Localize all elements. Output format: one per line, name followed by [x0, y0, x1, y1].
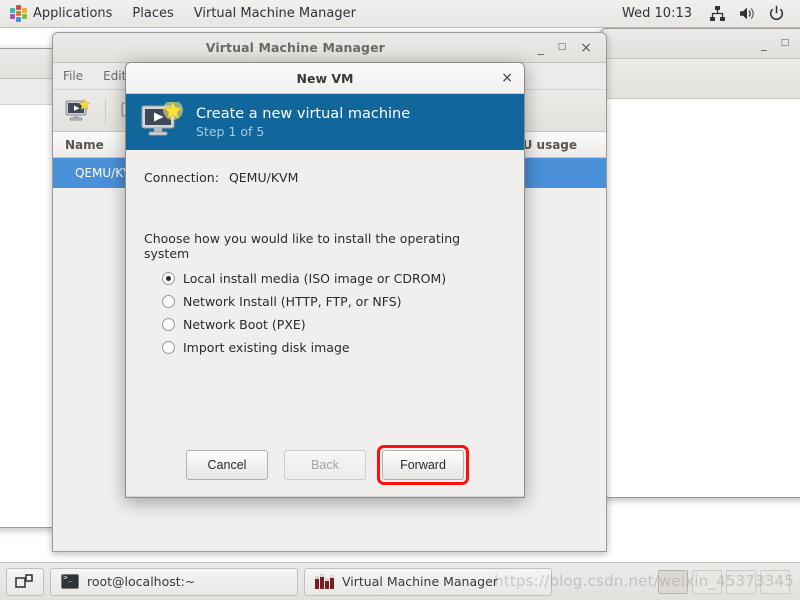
radio-label: Network Install (HTTP, FTP, or NFS)	[183, 294, 402, 309]
radio-label: Network Boot (PXE)	[183, 317, 306, 332]
background-window-toolbar[interactable]	[601, 59, 800, 99]
radio-network-install[interactable]: Network Install (HTTP, FTP, or NFS)	[162, 294, 506, 309]
volume-icon[interactable]	[733, 5, 761, 22]
workspace-switcher[interactable]	[658, 569, 794, 594]
close-icon[interactable]: ×	[580, 41, 592, 55]
background-window-body	[601, 99, 800, 497]
active-application-menu[interactable]: Virtual Machine Manager	[184, 0, 366, 28]
background-window-controls[interactable]: _ □ ×	[761, 37, 800, 51]
background-window-right[interactable]: _ □ ×	[600, 28, 800, 498]
new-vm-content: Connection: QEMU/KVM Choose how you woul…	[126, 150, 524, 439]
vmm-toolbar-separator	[105, 98, 106, 123]
show-desktop-icon[interactable]	[6, 567, 44, 596]
connection-row: Connection: QEMU/KVM	[144, 170, 506, 185]
radio-local-install-media[interactable]: Local install media (ISO image or CDROM)	[162, 271, 506, 286]
gnome-top-bar[interactable]: Applications Places Virtual Machine Mana…	[0, 0, 800, 28]
maximize-icon[interactable]: □	[558, 43, 567, 52]
cancel-button-wrap: Cancel	[186, 450, 268, 480]
maximize-icon[interactable]: □	[781, 39, 790, 48]
vmm-titlebar[interactable]: Virtual Machine Manager _ □ ×	[53, 33, 606, 63]
active-application-label: Virtual Machine Manager	[193, 6, 356, 21]
applications-menu-label: Applications	[33, 6, 113, 21]
cancel-button[interactable]: Cancel	[186, 450, 268, 480]
radio-network-boot-pxe[interactable]: Network Boot (PXE)	[162, 317, 506, 332]
back-button-wrap: Back	[284, 450, 366, 480]
forward-button-highlight: Forward	[377, 445, 469, 485]
radio-button-icon[interactable]	[162, 295, 175, 308]
radio-button-icon[interactable]	[162, 341, 175, 354]
background-window-titlebar[interactable]: _ □ ×	[601, 29, 800, 59]
forward-button[interactable]: Forward	[382, 450, 464, 480]
desktop: File Edit [root [root _ □ × Virtual Mach…	[0, 0, 800, 600]
taskbar[interactable]: root@localhost:~ Virtual Machine Manager	[0, 562, 800, 600]
workspace-2[interactable]	[692, 569, 722, 594]
terminal-icon	[61, 573, 79, 589]
radio-import-existing-disk-image[interactable]: Import existing disk image	[162, 340, 506, 355]
workspace-4[interactable]	[760, 569, 790, 594]
fedora-activities-icon	[10, 5, 27, 22]
new-vm-titlebar[interactable]: New VM ×	[126, 63, 524, 94]
new-vm-display-icon	[140, 102, 184, 142]
vmm-window-controls[interactable]: _ □ ×	[538, 41, 606, 55]
vmm-menu-edit[interactable]: Edit	[103, 69, 126, 83]
workspace-3[interactable]	[726, 569, 756, 594]
action-bar-divider	[126, 496, 524, 497]
install-method-prompt: Choose how you would like to install the…	[144, 231, 461, 261]
network-icon[interactable]	[704, 5, 731, 22]
new-vm-toolbar-icon[interactable]	[65, 98, 91, 123]
clock[interactable]: Wed 10:13	[612, 6, 702, 21]
connection-label: Connection:	[144, 170, 219, 185]
vmm-icon	[315, 574, 334, 589]
top-bar-status-area[interactable]: Wed 10:13	[612, 5, 800, 22]
radio-label: Local install media (ISO image or CDROM)	[183, 271, 447, 286]
workspace-1[interactable]	[658, 569, 688, 594]
minimize-icon[interactable]: _	[538, 42, 544, 54]
new-vm-banner: Create a new virtual machine Step 1 of 5	[126, 94, 524, 150]
new-vm-action-bar: Cancel Back Forward	[126, 439, 524, 497]
applications-menu[interactable]: Applications	[0, 0, 122, 28]
taskbar-window-label: root@localhost:~	[87, 574, 196, 589]
new-vm-step-label: Step 1 of 5	[196, 123, 265, 139]
back-button[interactable]: Back	[284, 450, 366, 480]
power-icon[interactable]	[763, 5, 790, 22]
install-method-radio-group[interactable]: Local install media (ISO image or CDROM)…	[144, 271, 506, 355]
new-vm-heading: Create a new virtual machine	[196, 105, 411, 122]
taskbar-window-vmm[interactable]: Virtual Machine Manager	[304, 567, 552, 596]
minimize-icon[interactable]: _	[761, 38, 767, 50]
connection-value: QEMU/KVM	[228, 170, 299, 185]
radio-label: Import existing disk image	[183, 340, 350, 355]
new-vm-dialog[interactable]: New VM × Create a new virtual machine St…	[125, 62, 525, 498]
places-menu[interactable]: Places	[122, 0, 183, 28]
radio-button-icon[interactable]	[162, 318, 175, 331]
new-vm-dialog-title: New VM	[296, 70, 354, 86]
taskbar-window-label: Virtual Machine Manager	[342, 574, 498, 589]
vmm-window-title: Virtual Machine Manager	[205, 40, 385, 55]
radio-button-icon[interactable]	[162, 272, 175, 285]
taskbar-window-terminal[interactable]: root@localhost:~	[50, 567, 298, 596]
vmm-menu-file[interactable]: File	[63, 69, 83, 83]
close-icon[interactable]: ×	[501, 71, 513, 85]
places-menu-label: Places	[132, 6, 174, 21]
